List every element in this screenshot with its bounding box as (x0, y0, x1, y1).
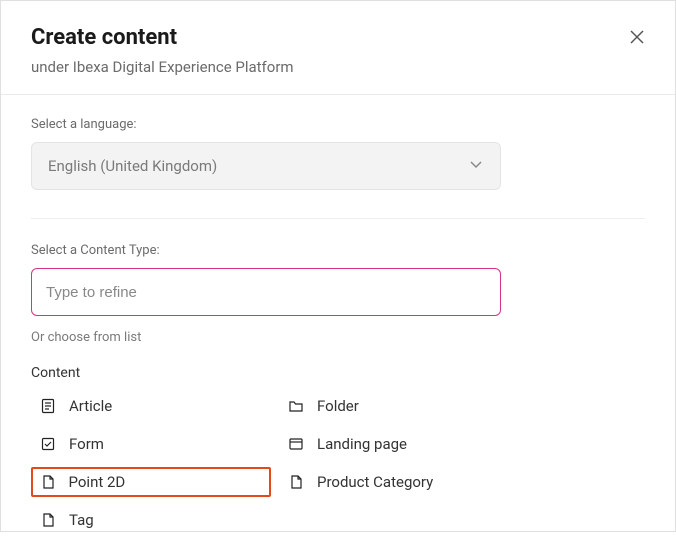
type-item-point-2d[interactable]: Point 2D (31, 467, 271, 497)
modal-header: Create content under Ibexa Digital Exper… (1, 1, 675, 95)
type-item-product-category[interactable]: Product Category (279, 467, 519, 497)
language-value: English (United Kingdom) (48, 157, 217, 175)
language-select[interactable]: English (United Kingdom) (31, 142, 501, 190)
choose-from-list-label: Or choose from list (31, 330, 645, 345)
type-item-label: Article (69, 397, 112, 415)
close-icon (627, 27, 647, 47)
type-item-landing-page[interactable]: Landing page (279, 429, 519, 459)
type-item-label: Landing page (317, 435, 407, 453)
article-icon (39, 397, 57, 415)
type-item-form[interactable]: Form (31, 429, 271, 459)
type-item-label: Folder (317, 397, 359, 415)
create-content-modal: Create content under Ibexa Digital Exper… (0, 0, 676, 532)
type-item-article[interactable]: Article (31, 391, 271, 421)
type-item-folder[interactable]: Folder (279, 391, 519, 421)
refine-input-wrapper[interactable] (31, 268, 501, 316)
file-icon (39, 473, 57, 491)
modal-body: Select a language: English (United Kingd… (1, 95, 675, 555)
form-icon (39, 435, 57, 453)
content-type-label: Select a Content Type: (31, 243, 645, 258)
content-type-section: Select a Content Type: Or choose from li… (31, 218, 645, 535)
content-type-grid: Article Folder (31, 391, 645, 535)
modal-subtitle: under Ibexa Digital Experience Platform (31, 58, 645, 76)
type-item-label: Point 2D (69, 473, 126, 491)
content-group-label: Content (31, 365, 645, 381)
type-item-label: Tag (69, 511, 94, 529)
file-icon (39, 511, 57, 529)
type-item-label: Product Category (317, 473, 433, 491)
modal-title: Create content (31, 25, 645, 50)
language-label: Select a language: (31, 117, 645, 132)
type-item-label: Form (69, 435, 104, 453)
folder-icon (287, 397, 305, 415)
type-item-tag[interactable]: Tag (31, 505, 271, 535)
chevron-down-icon (468, 156, 484, 176)
file-icon (287, 473, 305, 491)
landing-page-icon (287, 435, 305, 453)
close-button[interactable] (623, 23, 651, 51)
refine-input[interactable] (46, 284, 486, 301)
